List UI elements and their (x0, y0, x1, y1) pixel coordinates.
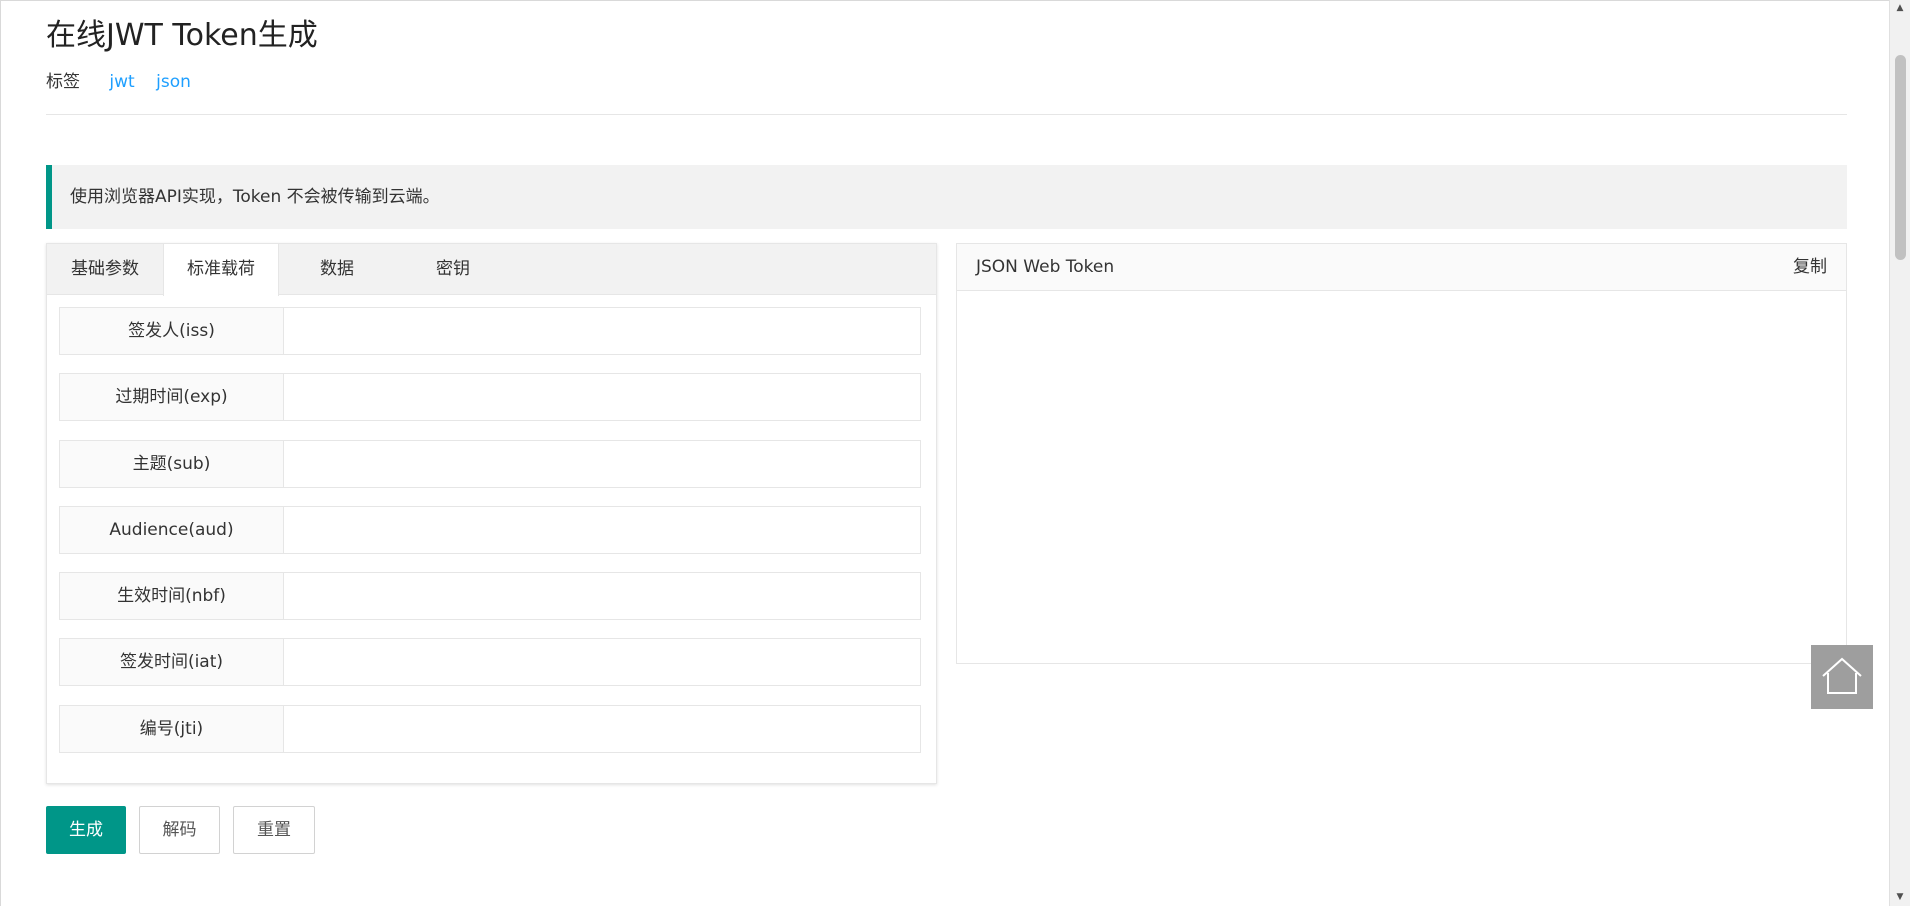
field-label-jti: 编号(jti) (60, 706, 284, 752)
field-row-sub: 主题(sub) (59, 440, 921, 488)
field-row-jti: 编号(jti) (59, 705, 921, 753)
tab-secret-key[interactable]: 密钥 (395, 244, 511, 295)
jwt-options-panel: 基础参数 标准载荷 数据 密钥 签发人(iss) 过期时间(exp) 主题(su… (46, 243, 937, 784)
decode-button[interactable]: 解码 (139, 806, 220, 854)
tags-label: 标签 (46, 72, 80, 92)
field-row-iss: 签发人(iss) (59, 307, 921, 355)
tab-standard-payload[interactable]: 标准载荷 (163, 244, 279, 296)
iss-input[interactable] (284, 308, 920, 354)
field-row-iat: 签发时间(iat) (59, 638, 921, 686)
token-output-panel: JSON Web Token 复制 (956, 243, 1847, 664)
tag-link-json[interactable]: json (156, 72, 191, 92)
nbf-input[interactable] (284, 573, 920, 619)
page: 在线JWT Token生成 标签 jwt json 使用浏览器API实现，Tok… (0, 0, 1889, 906)
page-title: 在线JWT Token生成 (46, 18, 318, 53)
tab-bar: 基础参数 标准载荷 数据 密钥 (47, 244, 936, 296)
tag-list: 标签 jwt json (46, 67, 207, 92)
field-label-sub: 主题(sub) (60, 441, 284, 487)
scroll-down-arrow-icon[interactable]: ▼ (1890, 889, 1910, 906)
field-label-iat: 签发时间(iat) (60, 639, 284, 685)
reset-button[interactable]: 重置 (233, 806, 315, 854)
sub-input[interactable] (284, 441, 920, 487)
field-label-nbf: 生效时间(nbf) (60, 573, 284, 619)
iat-input[interactable] (284, 639, 920, 685)
generate-button[interactable]: 生成 (46, 806, 126, 854)
token-output-title: JSON Web Token (976, 257, 1115, 277)
exp-input[interactable] (284, 374, 920, 420)
field-row-exp: 过期时间(exp) (59, 373, 921, 421)
tab-data[interactable]: 数据 (279, 244, 395, 295)
scroll-up-arrow-icon[interactable]: ▲ (1890, 0, 1910, 17)
privacy-notice: 使用浏览器API实现，Token 不会被传输到云端。 (46, 165, 1847, 229)
field-label-exp: 过期时间(exp) (60, 374, 284, 420)
scrollbar-thumb[interactable] (1895, 55, 1906, 260)
jti-input[interactable] (284, 706, 920, 752)
aud-input[interactable] (284, 507, 920, 553)
header-divider (46, 114, 1847, 115)
token-output-header: JSON Web Token 复制 (957, 244, 1846, 291)
back-to-home-button[interactable] (1811, 645, 1873, 709)
copy-button[interactable]: 复制 (1793, 244, 1827, 290)
field-row-nbf: 生效时间(nbf) (59, 572, 921, 620)
vertical-scrollbar[interactable]: ▲ ▼ (1889, 0, 1910, 906)
field-label-aud: Audience(aud) (60, 507, 284, 553)
field-row-aud: Audience(aud) (59, 506, 921, 554)
home-icon (1822, 657, 1862, 694)
tab-basic-params[interactable]: 基础参数 (47, 244, 163, 295)
token-output-textarea[interactable] (957, 291, 1846, 663)
tag-link-jwt[interactable]: jwt (109, 72, 134, 92)
field-label-iss: 签发人(iss) (60, 308, 284, 354)
